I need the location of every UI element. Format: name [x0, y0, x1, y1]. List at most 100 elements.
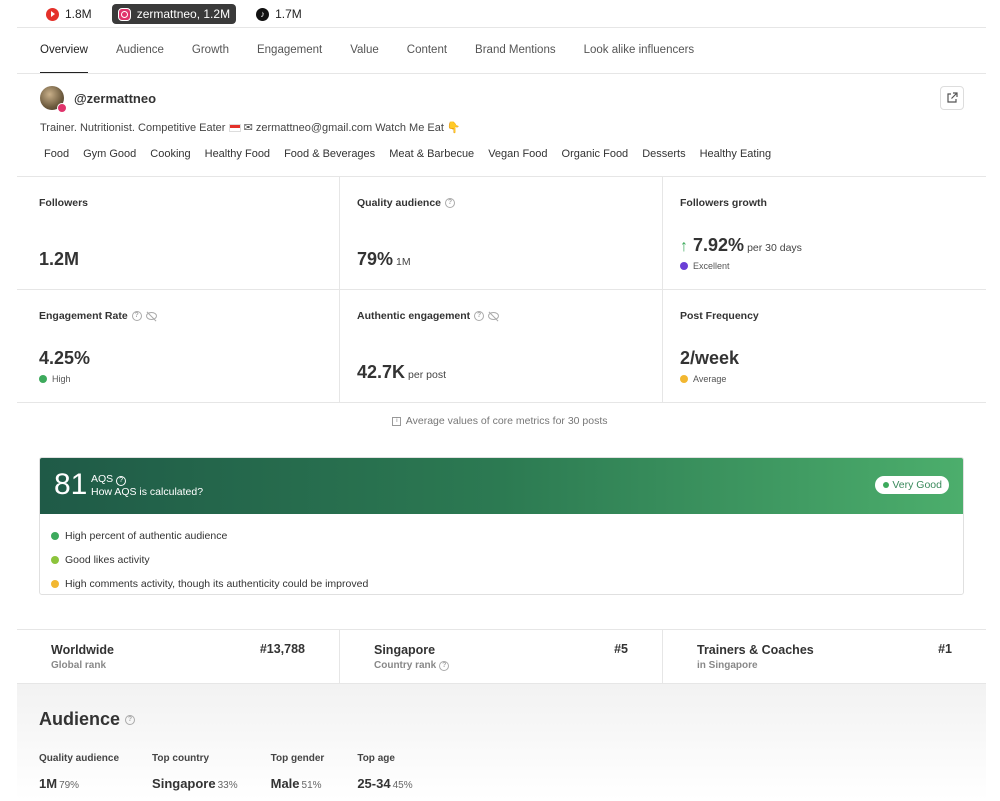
tag[interactable]: Gym Good	[78, 145, 142, 163]
audience-stat-value: Singapore	[152, 776, 216, 791]
tab-growth[interactable]: Growth	[192, 28, 229, 74]
status-dot-icon	[680, 262, 688, 270]
audience-stat: Top country Singapore 33%	[152, 753, 238, 791]
metric-status: Excellent	[680, 261, 730, 271]
audience-stat-value: 25-34	[357, 776, 391, 791]
eye-off-icon[interactable]	[488, 312, 500, 320]
external-link-icon	[947, 92, 958, 103]
metric-value: 4.25%	[39, 348, 91, 368]
aqs-label: AQS	[91, 473, 114, 485]
platform-tiktok-count: 1.7M	[275, 7, 302, 21]
rank-category: Trainers & Coaches in Singapore #1	[663, 630, 986, 683]
status-dot-icon	[51, 532, 59, 540]
rank-country: Singapore Country rank ? #5	[340, 630, 663, 683]
core-metrics-grid: Followers 1.2M Quality audience ? 79% 1M …	[17, 176, 986, 403]
avatar[interactable]	[40, 86, 67, 113]
metric-label: Engagement Rate	[39, 310, 128, 322]
metric-status: High	[39, 374, 71, 384]
tag[interactable]: Cooking	[145, 145, 196, 163]
status-dot-icon	[680, 375, 688, 383]
rank-title: Worldwide	[51, 643, 114, 657]
platform-instagram[interactable]: zermattneo, 1.2M	[111, 4, 237, 24]
metric-label: Authentic engagement	[357, 310, 471, 322]
platform-youtube-count: 1.8M	[65, 7, 92, 21]
rank-sub: Country rank	[374, 660, 437, 671]
audience-stat-pct: 79%	[59, 780, 80, 791]
aqs-badge-text: Very Good	[892, 479, 942, 491]
audience-stat-value: 1M	[39, 776, 58, 791]
help-icon[interactable]: ?	[474, 311, 485, 321]
open-external-button[interactable]	[940, 86, 964, 110]
rank-sub: in Singapore	[697, 660, 758, 671]
status-text: Average	[693, 374, 727, 384]
aqs-score: 81	[54, 468, 88, 501]
tab-brand-mentions[interactable]: Brand Mentions	[475, 28, 556, 74]
tab-engagement[interactable]: Engagement	[257, 28, 322, 74]
tag[interactable]: Healthy Food	[199, 145, 276, 163]
metric-label-wrap: Engagement Rate ?	[39, 310, 157, 322]
instagram-badge-icon	[57, 103, 67, 113]
platform-youtube[interactable]: 1.8M	[40, 4, 98, 24]
bio-contact: ✉ zermattneo@gmail.com Watch Me Eat 👇	[243, 122, 461, 134]
category-tags: Food Gym Good Cooking Healthy Food Food …	[39, 145, 777, 163]
audience-stat: Top gender Male 51%	[271, 753, 325, 791]
tag[interactable]: Organic Food	[556, 145, 634, 163]
eye-off-icon[interactable]	[145, 312, 157, 320]
metric-label: Post Frequency	[680, 310, 759, 322]
aqs-card: 81 AQS ? How AQS is calculated? Very Goo…	[39, 457, 964, 595]
help-icon[interactable]: ?	[116, 476, 127, 486]
aqs-rating-badge: Very Good	[875, 476, 949, 494]
tag[interactable]: Healthy Eating	[694, 145, 777, 163]
metric-sub: 1M	[396, 256, 411, 268]
aqs-label-wrap: AQS ?	[91, 473, 127, 486]
rank-title: Singapore	[374, 643, 436, 657]
metric-status: Average	[680, 374, 726, 384]
rank-title: Trainers & Coaches	[697, 643, 814, 657]
aqs-factor-text: High comments activity, though its authe…	[65, 578, 369, 590]
audience-stat-pct: 45%	[392, 780, 413, 791]
arrow-up-icon: ↑	[680, 238, 688, 255]
help-icon[interactable]: ?	[131, 311, 142, 321]
tab-overview[interactable]: Overview	[40, 28, 88, 74]
rank-worldwide: Worldwide Global rank #13,788	[17, 630, 340, 683]
metric-label-wrap: Authentic engagement ?	[357, 310, 500, 322]
audience-stat-value-wrap: Singapore 33%	[152, 776, 238, 791]
status-dot-icon	[39, 375, 47, 383]
platform-tiktok[interactable]: ♪ 1.7M	[250, 4, 308, 24]
metric-quality-audience: Quality audience ? 79% 1M	[340, 177, 663, 290]
help-icon[interactable]: ?	[439, 660, 450, 671]
tag[interactable]: Desserts	[637, 145, 691, 163]
tab-look-alike[interactable]: Look alike influencers	[584, 28, 695, 74]
metric-value: 2/week	[680, 348, 740, 368]
tab-value[interactable]: Value	[350, 28, 379, 74]
audience-stat: Quality audience 1M 79%	[39, 753, 119, 791]
rank-sub-wrap: Country rank ?	[374, 660, 450, 671]
profile-handle[interactable]: @zermattneo	[74, 91, 156, 106]
ranks-row: Worldwide Global rank #13,788 Singapore …	[17, 629, 986, 684]
help-icon[interactable]: ?	[445, 198, 456, 208]
rank-number: #1	[938, 642, 952, 656]
metric-value: 7.92%	[693, 235, 745, 255]
audience-stat-value-wrap: 25-34 45%	[357, 776, 412, 791]
badge-dot-icon	[883, 482, 890, 488]
metric-value-wrap: 79% 1M	[357, 249, 411, 270]
average-note: i Average values of core metrics for 30 …	[0, 415, 1000, 427]
audience-stat-value-wrap: Male 51%	[271, 776, 325, 791]
instagram-icon	[117, 7, 131, 21]
rank-number: #5	[614, 642, 628, 656]
metric-value: 1.2M	[39, 249, 80, 269]
aqs-how-link[interactable]: How AQS is calculated?	[91, 486, 203, 498]
profile-header: @zermattneo	[40, 86, 156, 113]
tag[interactable]: Vegan Food	[483, 145, 553, 163]
tab-audience[interactable]: Audience	[116, 28, 164, 74]
tab-bar: Overview Audience Growth Engagement Valu…	[40, 28, 694, 74]
help-icon[interactable]: ?	[125, 714, 136, 725]
tag[interactable]: Meat & Barbecue	[384, 145, 480, 163]
tag[interactable]: Food & Beverages	[279, 145, 381, 163]
audience-stat-label: Top country	[152, 753, 210, 764]
audience-heading: Audience ?	[39, 709, 136, 730]
aqs-factor: High percent of authentic audience	[40, 524, 963, 548]
tab-content[interactable]: Content	[407, 28, 447, 74]
metric-label-wrap: Quality audience ?	[357, 197, 456, 209]
tag[interactable]: Food	[39, 145, 75, 163]
